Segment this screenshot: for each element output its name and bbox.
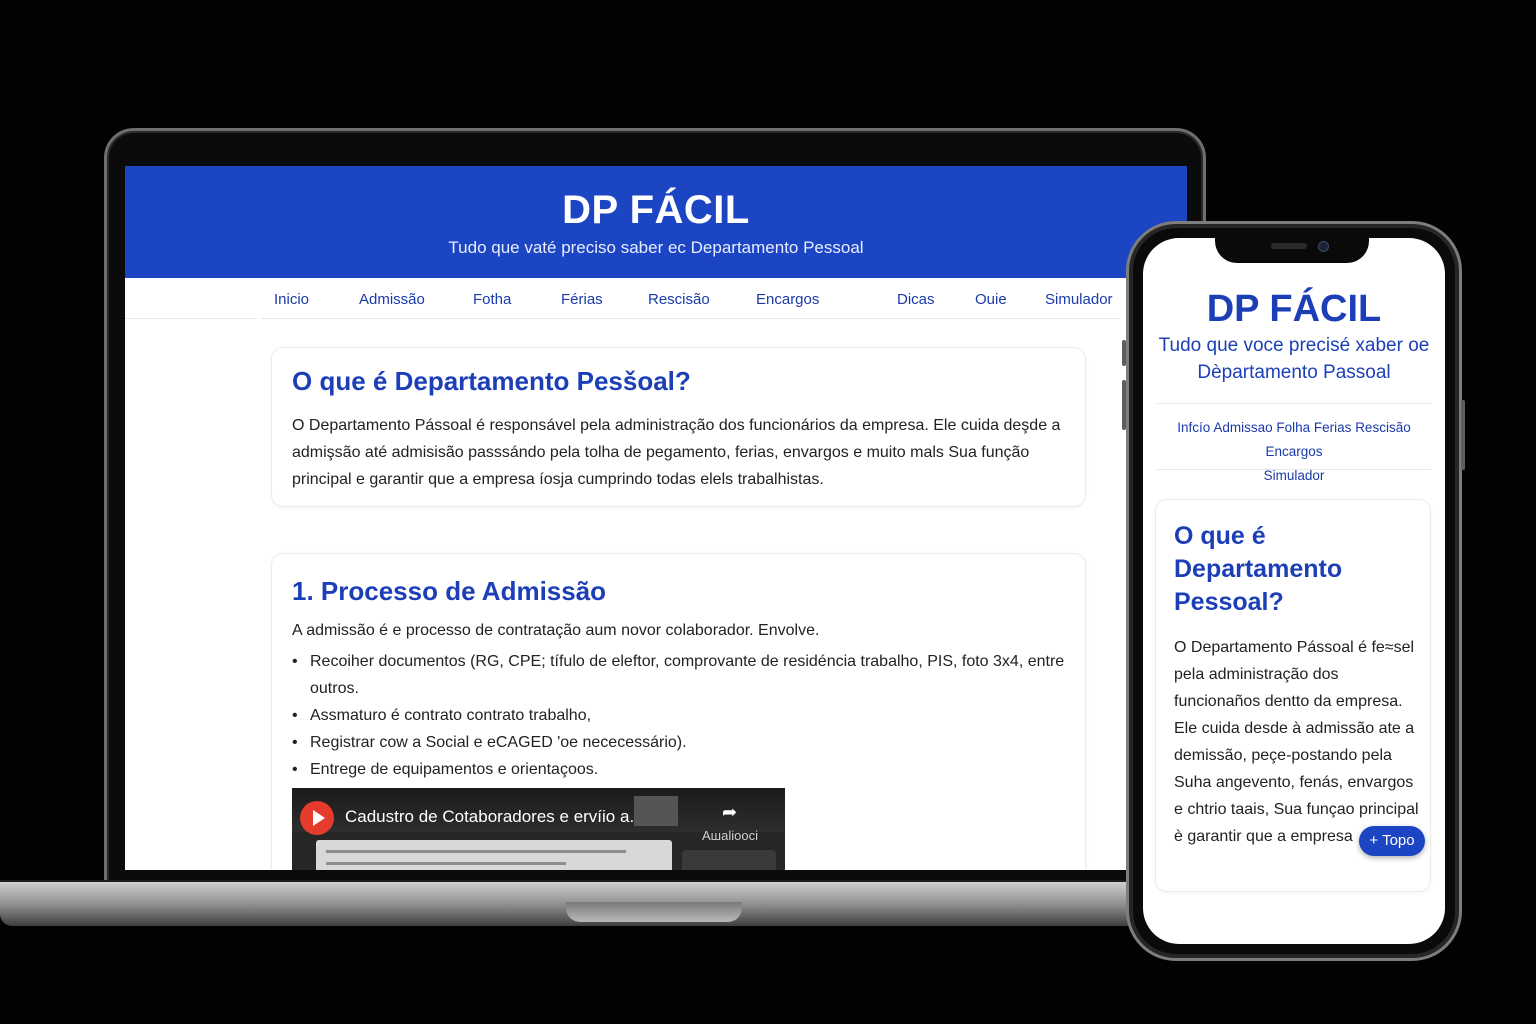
main-nav: Inicio Admissão Fotha Férias Rescisão En… — [125, 278, 1187, 320]
phone-screen: DP FÁCIL Tudo que voce precisé xaber oe … — [1143, 238, 1445, 944]
admissao-intro: A admissão é e processo de contratação a… — [292, 622, 820, 639]
site-subtitle: Tudo que vaté preciso saber ec Departame… — [448, 238, 864, 257]
nav-inicio[interactable]: Inicio — [274, 291, 309, 308]
list-item: Recoiher documentos (RG, CPE; tífulo de … — [292, 648, 1070, 702]
share-arrow-icon[interactable]: ➦ — [722, 802, 737, 823]
mobile-nav-folha[interactable]: Folha — [1276, 420, 1310, 435]
phone-notch — [1215, 236, 1369, 263]
site-title: DP FÁCIL — [562, 188, 750, 232]
video-channel-thumb — [634, 796, 678, 826]
nav-admissao[interactable]: Admissão — [359, 291, 425, 308]
mobile-nav: Infcío Admissao Folha Ferias Rescisão En… — [1151, 416, 1437, 488]
mobile-intro-text: O Departamento Pássoal é fe≈sel pela adm… — [1174, 639, 1419, 845]
list-item: Registrar cow a Social e eCAGED 'oe nece… — [292, 729, 1070, 756]
video-title: Cadustro de Cotaboradores e ervíio a.. — [345, 807, 639, 826]
nav-dicas[interactable]: Dicas — [897, 291, 935, 308]
phone-speaker — [1271, 243, 1307, 249]
nav-encargos[interactable]: Encargos — [756, 291, 819, 308]
mobile-nav-rescisao[interactable]: Rescisão — [1355, 420, 1411, 435]
mobile-site-title: DP FÁCIL — [1206, 288, 1382, 330]
mobile-nav-encargos[interactable]: Encargos — [1265, 444, 1322, 459]
device-mockup-stage: DP FÁCIL Tudo que vaté preciso saber ec … — [0, 0, 1536, 1024]
nav-quiz[interactable]: Ouie — [975, 291, 1007, 308]
mobile-nav-simulador[interactable]: Simulador — [1264, 468, 1325, 483]
play-icon[interactable] — [300, 801, 334, 835]
intro-card: O que é Departamento Pesšoal? O Departam… — [271, 347, 1086, 507]
laptop-screen: DP FÁCIL Tudo que vaté preciso saber ec … — [125, 166, 1187, 870]
mobile-nav-admissao[interactable]: Admissao — [1213, 420, 1272, 435]
list-item: Entrege de equipamentos e orientaçoos. — [292, 756, 1070, 783]
mobile-site-subtitle: Tudo que voce precisé xaber oe Dèpartame… — [1158, 335, 1430, 383]
mobile-nav-divider — [1157, 403, 1431, 404]
nav-folha[interactable]: Fotha — [473, 291, 511, 308]
back-to-top-button[interactable]: + Topo — [1359, 826, 1425, 856]
video-thumbnail — [316, 840, 672, 870]
nav-divider — [261, 318, 1119, 319]
laptop-opening-notch — [566, 902, 742, 922]
video-watch-label: Aшaliooci — [702, 828, 758, 843]
nav-simulador[interactable]: Simulador — [1045, 291, 1113, 308]
phone-side-button — [1122, 340, 1126, 366]
mobile-nav-ferias[interactable]: Ferias — [1314, 420, 1352, 435]
mobile-nav-inicio[interactable]: Infcío — [1177, 420, 1210, 435]
nav-divider — [125, 318, 257, 319]
phone-side-button — [1122, 380, 1126, 430]
admissao-card: 1. Processo de Admissão A admissão é e p… — [271, 553, 1086, 870]
intro-text: O Departamento Pássoal é responsável pel… — [292, 417, 1061, 488]
video-embed[interactable]: Cadustro de Cotaboradores e ervíio a.. ➦… — [292, 788, 785, 870]
nav-ferias[interactable]: Férias — [561, 291, 603, 308]
mobile-intro-heading: O que é Departamento Pessoal? — [1174, 522, 1343, 616]
mobile-nav-divider — [1157, 469, 1431, 470]
video-side-panel — [682, 850, 776, 870]
phone-camera — [1318, 241, 1329, 252]
phone-side-button — [1461, 400, 1465, 470]
nav-rescisao[interactable]: Rescisão — [648, 291, 710, 308]
admissao-list: Recoiher documentos (RG, CPE; tífulo de … — [292, 648, 1070, 783]
intro-heading: O que é Departamento Pesšoal? — [292, 366, 691, 396]
admissao-heading: 1. Processo de Admissão — [292, 576, 607, 606]
list-item: Assmaturo é contrato contrato trabalho, — [292, 702, 1070, 729]
site-header: DP FÁCIL Tudo que vaté preciso saber ec … — [125, 166, 1187, 278]
